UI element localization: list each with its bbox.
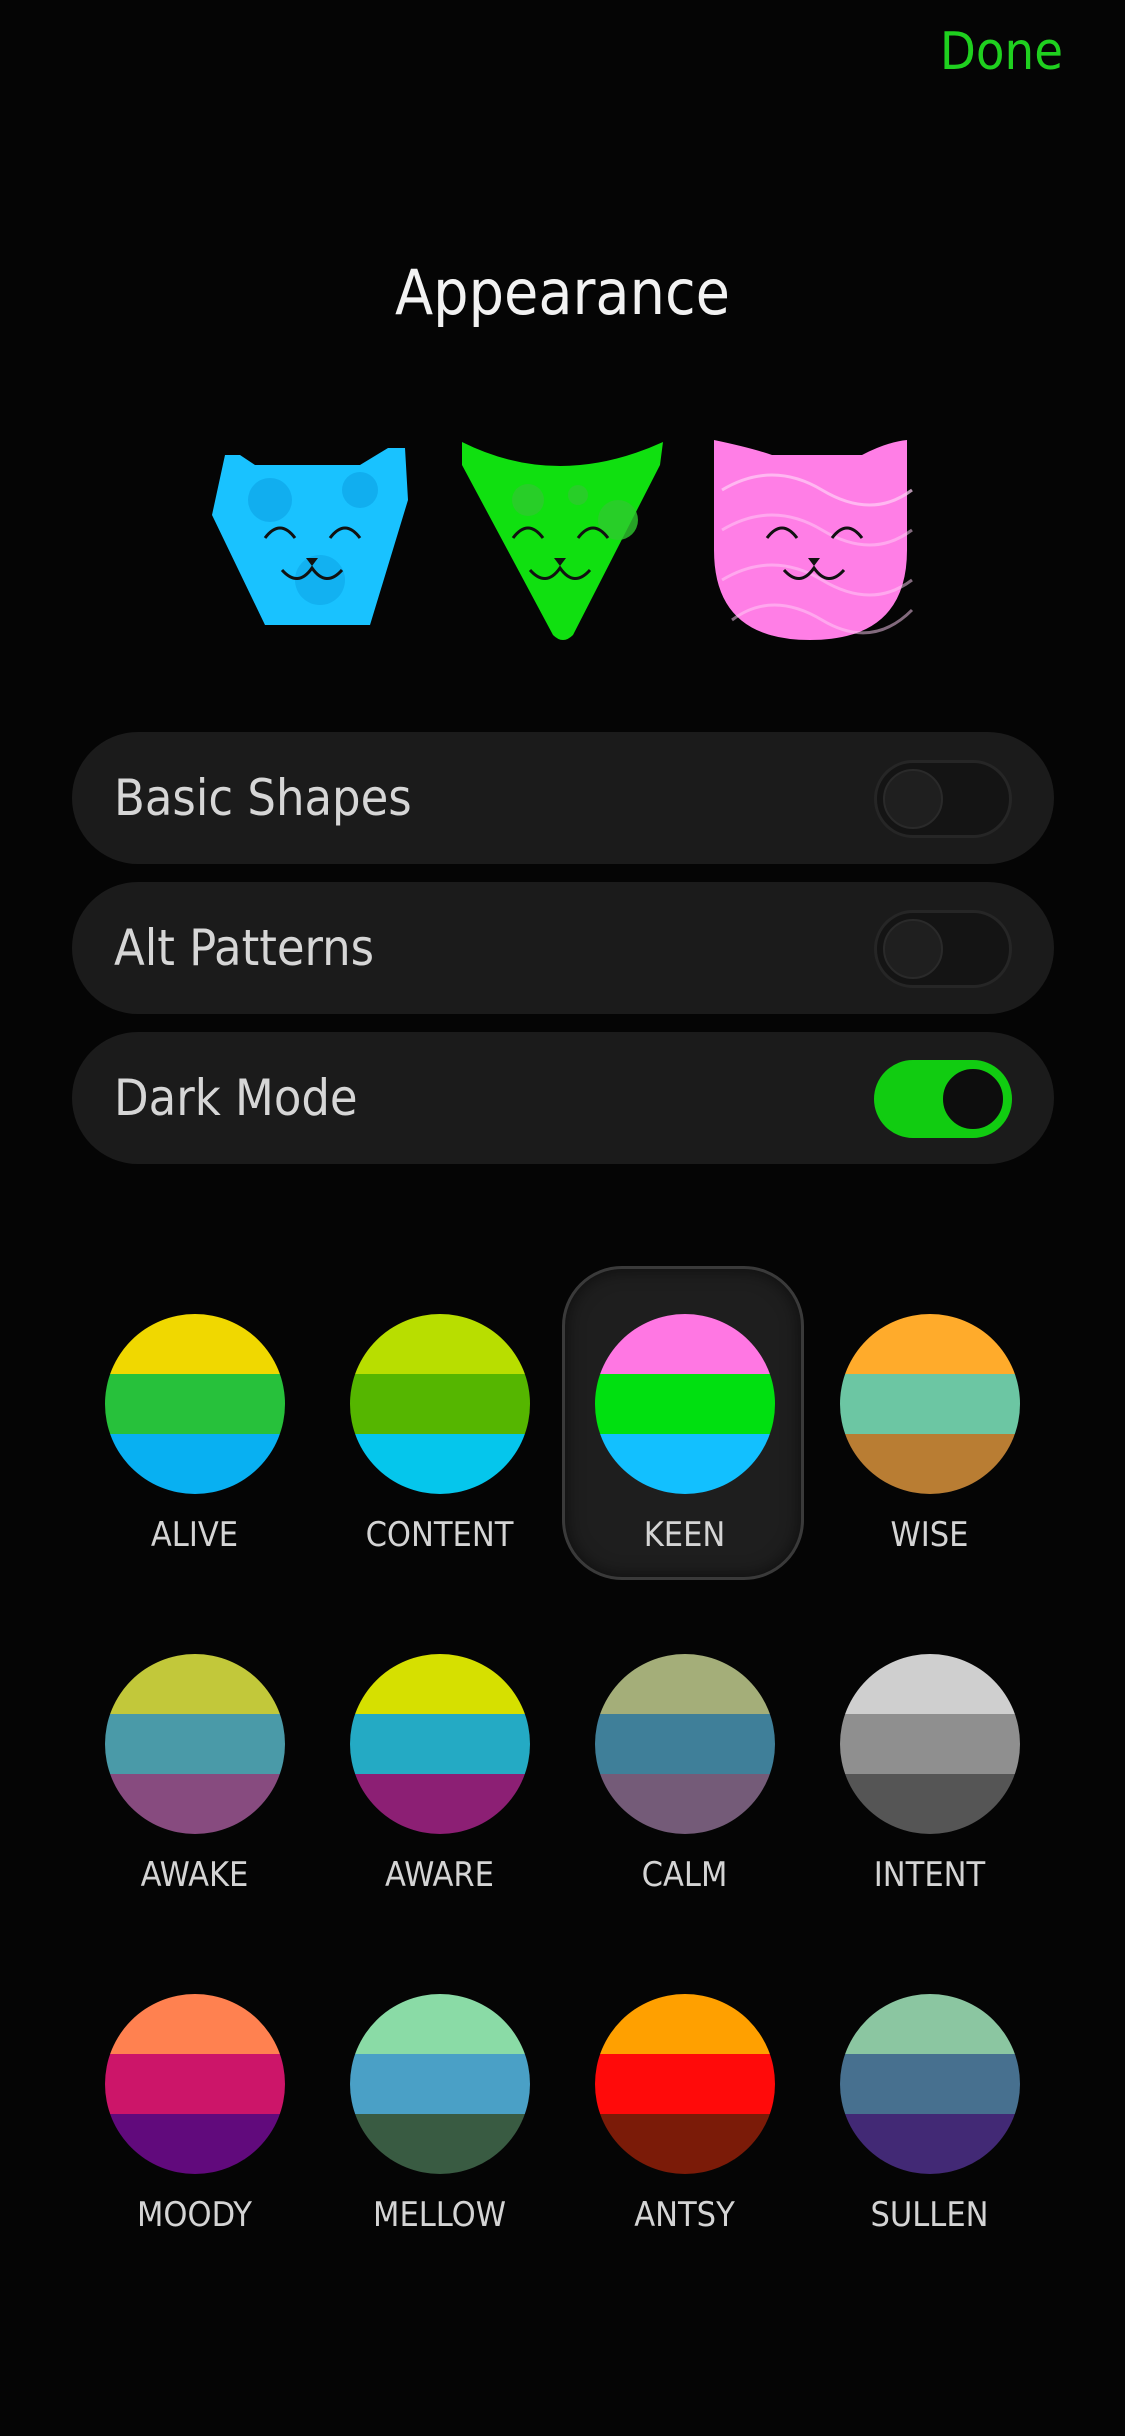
palette-label: WISE bbox=[890, 1515, 969, 1555]
palette-swatch bbox=[350, 1314, 530, 1494]
settings-list: Basic Shapes Alt Patterns Dark Mode bbox=[72, 732, 1054, 1182]
palette-content[interactable]: CONTENT bbox=[317, 1262, 562, 1562]
palette-label: MOODY bbox=[137, 2195, 252, 2235]
swatch-band bbox=[840, 2054, 1020, 2114]
basic-shapes-toggle[interactable] bbox=[874, 760, 1012, 838]
swatch-band bbox=[350, 1714, 530, 1774]
swatch-band bbox=[595, 1314, 775, 1374]
swatch-band bbox=[840, 1774, 1020, 1834]
green-cat-icon bbox=[458, 430, 668, 650]
palette-label: ANTSY bbox=[634, 2195, 735, 2235]
toggle-knob bbox=[883, 919, 943, 979]
palette-sullen[interactable]: SULLEN bbox=[807, 1942, 1052, 2242]
palette-wise[interactable]: WISE bbox=[807, 1262, 1052, 1562]
swatch-band bbox=[105, 1714, 285, 1774]
palette-swatch bbox=[840, 1994, 1020, 2174]
swatch-band bbox=[840, 1314, 1020, 1374]
palette-aware[interactable]: AWARE bbox=[317, 1602, 562, 1902]
swatch-band bbox=[105, 1994, 285, 2054]
swatch-band bbox=[350, 1374, 530, 1434]
swatch-band bbox=[595, 1654, 775, 1714]
setting-label: Alt Patterns bbox=[114, 919, 375, 977]
palette-mellow[interactable]: MELLOW bbox=[317, 1942, 562, 2242]
swatch-band bbox=[595, 1374, 775, 1434]
palette-label: ALIVE bbox=[150, 1515, 239, 1555]
palette-swatch bbox=[840, 1654, 1020, 1834]
palette-swatch bbox=[105, 1314, 285, 1494]
cat-preview-row bbox=[0, 430, 1125, 650]
palette-grid: ALIVE CONTENT KEEN WISE AWAKE AWARE CALM INTENT… bbox=[72, 1262, 1054, 2282]
swatch-band bbox=[595, 1994, 775, 2054]
palette-swatch bbox=[350, 1994, 530, 2174]
palette-label: AWAKE bbox=[140, 1855, 249, 1895]
swatch-band bbox=[840, 1994, 1020, 2054]
palette-label: CONTENT bbox=[365, 1515, 514, 1555]
palette-row: ALIVE CONTENT KEEN WISE bbox=[72, 1262, 1054, 1602]
palette-calm[interactable]: CALM bbox=[562, 1602, 807, 1902]
swatch-band bbox=[595, 1774, 775, 1834]
palette-antsy[interactable]: ANTSY bbox=[562, 1942, 807, 2242]
palette-keen[interactable]: KEEN bbox=[562, 1262, 807, 1580]
swatch-band bbox=[350, 1314, 530, 1374]
swatch-band bbox=[840, 2114, 1020, 2174]
palette-swatch bbox=[105, 1994, 285, 2174]
swatch-band bbox=[595, 2114, 775, 2174]
palette-swatch bbox=[105, 1654, 285, 1834]
swatch-band bbox=[595, 1714, 775, 1774]
swatch-band bbox=[595, 1434, 775, 1494]
swatch-band bbox=[105, 1434, 285, 1494]
swatch-band bbox=[350, 2054, 530, 2114]
swatch-band bbox=[840, 1654, 1020, 1714]
swatch-band bbox=[350, 1774, 530, 1834]
palette-moody[interactable]: MOODY bbox=[72, 1942, 317, 2242]
palette-alive[interactable]: ALIVE bbox=[72, 1262, 317, 1562]
palette-label: INTENT bbox=[873, 1855, 986, 1895]
palette-swatch bbox=[840, 1314, 1020, 1494]
setting-basic-shapes[interactable]: Basic Shapes bbox=[72, 732, 1054, 864]
palette-swatch bbox=[350, 1654, 530, 1834]
palette-row: AWAKE AWARE CALM INTENT bbox=[72, 1602, 1054, 1942]
swatch-band bbox=[105, 1654, 285, 1714]
palette-awake[interactable]: AWAKE bbox=[72, 1602, 317, 1902]
done-button[interactable]: Done bbox=[940, 22, 1063, 82]
swatch-band bbox=[105, 1314, 285, 1374]
swatch-band bbox=[350, 1434, 530, 1494]
swatch-band bbox=[840, 1714, 1020, 1774]
page-title: Appearance bbox=[395, 256, 730, 329]
palette-label: KEEN bbox=[643, 1515, 726, 1555]
palette-swatch bbox=[595, 1994, 775, 2174]
setting-dark-mode[interactable]: Dark Mode bbox=[72, 1032, 1054, 1164]
palette-row: MOODY MELLOW ANTSY SULLEN bbox=[72, 1942, 1054, 2282]
swatch-band bbox=[840, 1434, 1020, 1494]
toggle-knob bbox=[943, 1069, 1003, 1129]
swatch-band bbox=[105, 2054, 285, 2114]
pink-cat-icon bbox=[712, 430, 922, 650]
alt-patterns-toggle[interactable] bbox=[874, 910, 1012, 988]
swatch-band bbox=[840, 1374, 1020, 1434]
palette-intent[interactable]: INTENT bbox=[807, 1602, 1052, 1902]
palette-swatch bbox=[595, 1654, 775, 1834]
setting-alt-patterns[interactable]: Alt Patterns bbox=[72, 882, 1054, 1014]
swatch-band bbox=[350, 2114, 530, 2174]
dark-mode-toggle[interactable] bbox=[874, 1060, 1012, 1138]
palette-swatch bbox=[595, 1314, 775, 1494]
swatch-band bbox=[105, 1374, 285, 1434]
blue-cat-icon bbox=[210, 430, 420, 650]
palette-label: CALM bbox=[641, 1855, 728, 1895]
swatch-band bbox=[350, 1654, 530, 1714]
palette-label: AWARE bbox=[385, 1855, 494, 1895]
palette-label: MELLOW bbox=[373, 2195, 506, 2235]
setting-label: Basic Shapes bbox=[114, 769, 412, 827]
palette-label: SULLEN bbox=[870, 2195, 989, 2235]
swatch-band bbox=[350, 1994, 530, 2054]
swatch-band bbox=[105, 2114, 285, 2174]
swatch-band bbox=[105, 1774, 285, 1834]
toggle-knob bbox=[883, 769, 943, 829]
swatch-band bbox=[595, 2054, 775, 2114]
setting-label: Dark Mode bbox=[114, 1069, 358, 1127]
